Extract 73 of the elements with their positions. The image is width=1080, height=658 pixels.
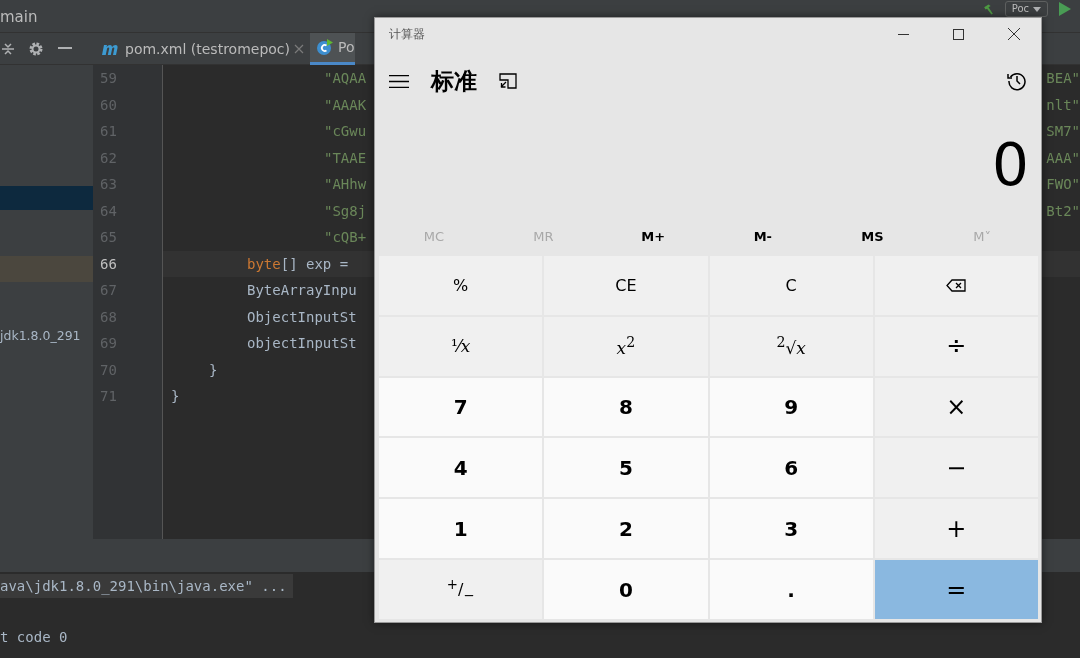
digit-key[interactable]: . <box>709 560 873 619</box>
code-line: "AAAK <box>323 96 367 113</box>
display-value: 0 <box>992 131 1029 199</box>
class-icon <box>316 38 335 56</box>
minimize-icon[interactable] <box>58 47 72 50</box>
code-line: BEA" <box>1046 70 1080 87</box>
code-line: FWO" <box>1046 176 1080 193</box>
code-line: } <box>170 388 180 405</box>
history-icon <box>1007 71 1027 91</box>
code-line: byte[] exp = <box>246 255 349 272</box>
memory-button[interactable]: M- <box>745 224 780 248</box>
digit-key[interactable]: 7 <box>379 377 543 437</box>
window-title: 计算器 <box>389 25 425 43</box>
tab-label: pom.xml (testromepoc) <box>125 40 291 57</box>
function-key[interactable]: C <box>709 256 873 315</box>
digit-key[interactable]: 3 <box>709 499 873 559</box>
function-key[interactable]: x$^{2}$ <box>544 316 708 376</box>
tab-label: Po <box>338 39 355 55</box>
keep-on-top-button[interactable] <box>497 71 519 91</box>
memory-button[interactable]: M+ <box>633 224 674 248</box>
code-line: } <box>208 361 218 378</box>
menu-button[interactable] <box>387 72 411 90</box>
digit-key[interactable]: 4 <box>379 438 543 498</box>
digit-key[interactable]: 9 <box>709 377 873 437</box>
digit-key[interactable]: 1 <box>379 499 543 559</box>
code-line: SM7" <box>1046 123 1080 140</box>
digit-key[interactable]: 6 <box>709 438 873 498</box>
close-icon <box>1007 28 1020 40</box>
caret-icon <box>1033 6 1041 12</box>
digit-key[interactable]: 0 <box>544 560 708 619</box>
code-line: "AHhw <box>323 176 367 193</box>
run-icon[interactable] <box>1058 1 1072 17</box>
minimize-icon <box>898 33 909 35</box>
code-line: nlt" <box>1046 96 1080 113</box>
operator-key[interactable]: ÷ <box>874 316 1038 376</box>
code-line: "AQAA <box>323 70 367 87</box>
branch-name[interactable]: main <box>0 8 38 26</box>
maximize-icon <box>953 28 964 40</box>
line-number: 66 <box>100 255 117 272</box>
code-line: "cGwu <box>323 123 367 140</box>
digit-key[interactable]: 5 <box>544 438 708 498</box>
mode-title: 标准 <box>431 66 477 96</box>
settings-icon[interactable] <box>28 40 44 57</box>
keep-on-top-icon <box>499 73 517 89</box>
collapse-icon[interactable] <box>2 41 14 56</box>
code-line: ObjectInputSt <box>246 308 357 325</box>
operator-key[interactable]: − <box>874 438 1038 498</box>
code-line: objectInputSt <box>246 335 357 352</box>
console-line: t code 0 <box>0 628 69 647</box>
project-tree-item[interactable]: jdk1.8.0_291 <box>0 328 81 343</box>
function-key[interactable]: $^{+}$/$_{−}$ <box>379 560 543 619</box>
equals-key[interactable]: = <box>874 560 1038 619</box>
menu-icon <box>389 74 409 88</box>
code-line: "Sg8j <box>323 202 367 219</box>
function-key[interactable]: CE <box>544 256 708 315</box>
hammer-icon[interactable] <box>981 2 995 16</box>
editor-tab[interactable]: Po <box>310 32 355 65</box>
memory-button[interactable]: MS <box>853 224 892 248</box>
backspace-icon <box>946 278 967 292</box>
function-key[interactable]: $^{2}$√x <box>709 316 873 376</box>
code-line: "TAAE <box>323 149 367 166</box>
editor-tab[interactable]: pom.xml (testromepoc) <box>95 32 311 65</box>
code-line: AAA" <box>1046 149 1080 166</box>
operator-key[interactable]: × <box>874 377 1038 437</box>
operator-key[interactable]: + <box>874 499 1038 559</box>
code-line: ByteArrayInpu <box>246 282 357 299</box>
digit-key[interactable]: 2 <box>544 499 708 559</box>
function-key[interactable]: % <box>379 256 543 315</box>
function-key[interactable]: ¹⁄x <box>379 316 543 376</box>
code-line: "cQB+ <box>323 229 367 246</box>
digit-key[interactable]: 8 <box>544 377 708 437</box>
close-icon[interactable] <box>294 43 305 54</box>
code-line: Bt2" <box>1046 202 1080 219</box>
